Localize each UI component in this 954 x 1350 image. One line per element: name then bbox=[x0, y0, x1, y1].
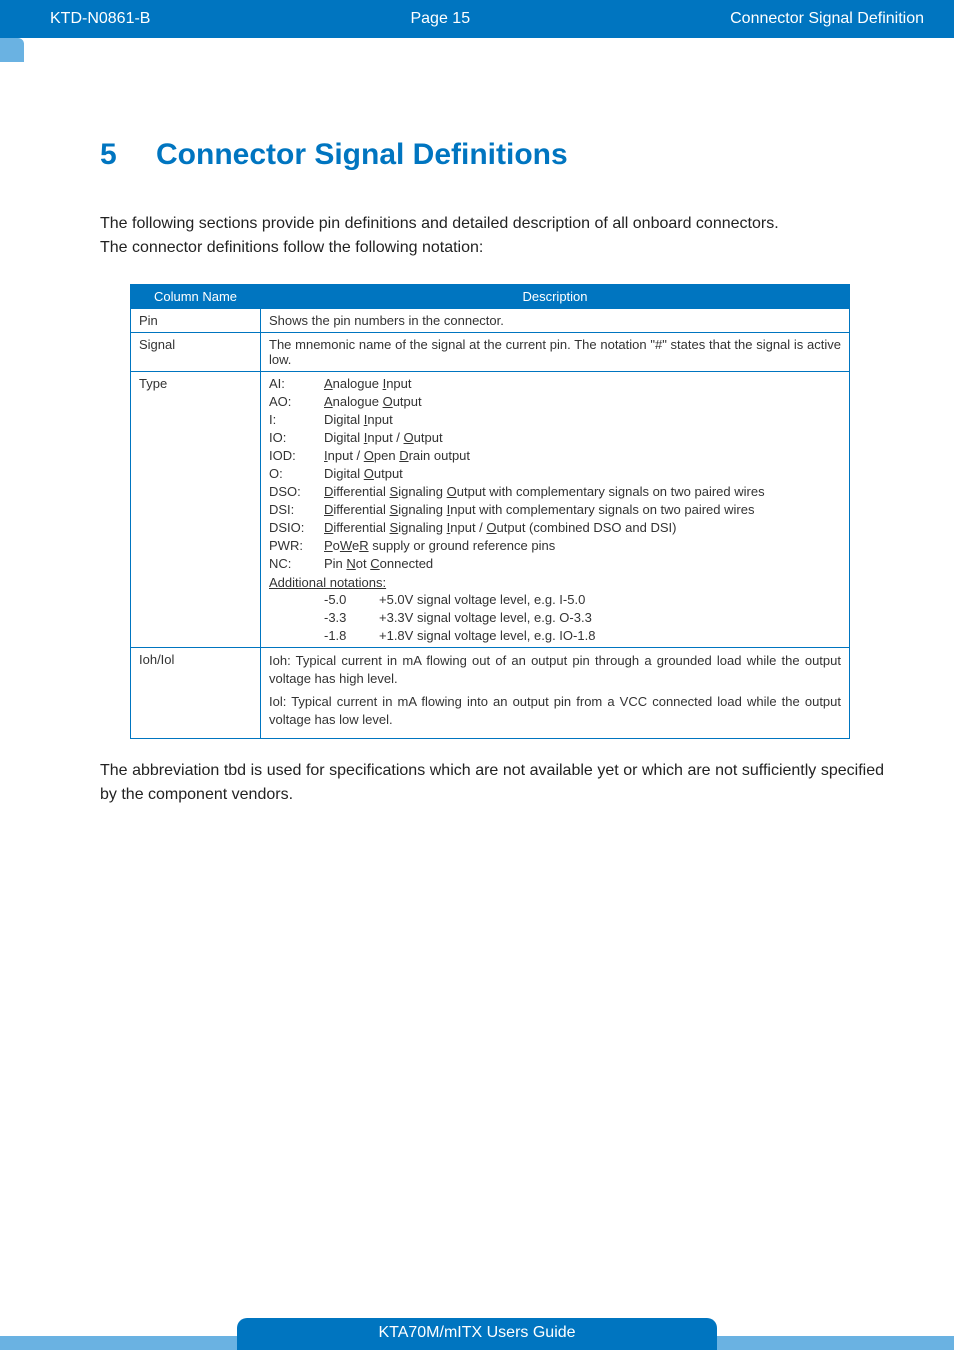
type-key: AI: bbox=[269, 376, 324, 391]
section-heading: 5Connector Signal Definitions bbox=[100, 138, 884, 172]
header-section-name: Connector Signal Definition bbox=[730, 10, 924, 28]
abbreviation-note: The abbreviation tbd is used for specifi… bbox=[100, 759, 884, 807]
page-header: KTD-N0861-B Page 15 Connector Signal Def… bbox=[0, 0, 954, 38]
voltage-desc: +3.3V signal voltage level, e.g. O-3.3 bbox=[379, 610, 841, 625]
type-key: IOD: bbox=[269, 448, 324, 463]
table-row-type: Type AI:Analogue InputAO:Analogue Output… bbox=[131, 372, 850, 648]
footer-accent-right bbox=[694, 1336, 954, 1350]
intro-paragraph: The following sections provide pin defin… bbox=[100, 212, 884, 260]
voltage-spacer bbox=[269, 610, 324, 625]
row-desc-signal: The mnemonic name of the signal at the c… bbox=[261, 333, 850, 372]
voltage-desc: +5.0V signal voltage level, e.g. I-5.0 bbox=[379, 592, 841, 607]
header-doc-id: KTD-N0861-B bbox=[50, 10, 150, 28]
th-description: Description bbox=[261, 285, 850, 309]
type-value: Analogue Input bbox=[324, 376, 841, 391]
additional-notations-label: Additional notations: bbox=[269, 575, 386, 590]
page-footer: KTA70M/mITX Users Guide bbox=[0, 1318, 954, 1350]
table-row-signal: Signal The mnemonic name of the signal a… bbox=[131, 333, 850, 372]
type-key: NC: bbox=[269, 556, 324, 571]
row-desc-pin: Shows the pin numbers in the connector. bbox=[261, 309, 850, 333]
page-content: 5Connector Signal Definitions The follow… bbox=[0, 38, 954, 807]
iol-paragraph: Iol: Typical current in mA flowing into … bbox=[269, 693, 841, 728]
row-name-ioh: Ioh/Iol bbox=[131, 648, 261, 739]
th-column-name: Column Name bbox=[131, 285, 261, 309]
type-value: Analogue Output bbox=[324, 394, 841, 409]
type-value: Differential Signaling Output with compl… bbox=[324, 484, 841, 499]
type-key: PWR: bbox=[269, 538, 324, 553]
type-key: O: bbox=[269, 466, 324, 481]
type-value: Digital Output bbox=[324, 466, 841, 481]
notation-table: Column Name Description Pin Shows the pi… bbox=[130, 284, 850, 739]
voltage-spacer bbox=[269, 592, 324, 607]
row-name-type: Type bbox=[131, 372, 261, 648]
table-row-pin: Pin Shows the pin numbers in the connect… bbox=[131, 309, 850, 333]
header-page-number: Page 15 bbox=[150, 10, 730, 28]
type-key: DSO: bbox=[269, 484, 324, 499]
ioh-paragraph: Ioh: Typical current in mA flowing out o… bbox=[269, 652, 841, 687]
voltage-grid: -5.0+5.0V signal voltage level, e.g. I-5… bbox=[269, 592, 841, 643]
type-key: DSI: bbox=[269, 502, 324, 517]
row-desc-ioh: Ioh: Typical current in mA flowing out o… bbox=[261, 648, 850, 739]
type-key: I: bbox=[269, 412, 324, 427]
intro-line-2: The connector definitions follow the fol… bbox=[100, 239, 483, 256]
type-key: IO: bbox=[269, 430, 324, 445]
table-row-ioh: Ioh/Iol Ioh: Typical current in mA flowi… bbox=[131, 648, 850, 739]
voltage-suffix: -1.8 bbox=[324, 628, 379, 643]
voltage-spacer bbox=[269, 628, 324, 643]
voltage-suffix: -5.0 bbox=[324, 592, 379, 607]
header-accent bbox=[0, 38, 24, 62]
footer-title: KTA70M/mITX Users Guide bbox=[237, 1318, 717, 1350]
type-value: Differential Signaling Input with comple… bbox=[324, 502, 841, 517]
type-key: AO: bbox=[269, 394, 324, 409]
type-items-grid: AI:Analogue InputAO:Analogue OutputI:Dig… bbox=[269, 376, 841, 571]
footer-accent-left bbox=[0, 1336, 260, 1350]
voltage-suffix: -3.3 bbox=[324, 610, 379, 625]
type-value: Digital Input / Output bbox=[324, 430, 841, 445]
section-title-text: Connector Signal Definitions bbox=[156, 138, 568, 171]
type-value: Digital Input bbox=[324, 412, 841, 427]
type-value: Input / Open Drain output bbox=[324, 448, 841, 463]
intro-line-1: The following sections provide pin defin… bbox=[100, 215, 779, 232]
row-name-signal: Signal bbox=[131, 333, 261, 372]
type-value: PoWeR supply or ground reference pins bbox=[324, 538, 841, 553]
voltage-desc: +1.8V signal voltage level, e.g. IO-1.8 bbox=[379, 628, 841, 643]
type-value: Differential Signaling Input / Output (c… bbox=[324, 520, 841, 535]
row-name-pin: Pin bbox=[131, 309, 261, 333]
section-number: 5 bbox=[100, 138, 156, 172]
type-key: DSIO: bbox=[269, 520, 324, 535]
type-value: Pin Not Connected bbox=[324, 556, 841, 571]
row-desc-type: AI:Analogue InputAO:Analogue OutputI:Dig… bbox=[261, 372, 850, 648]
